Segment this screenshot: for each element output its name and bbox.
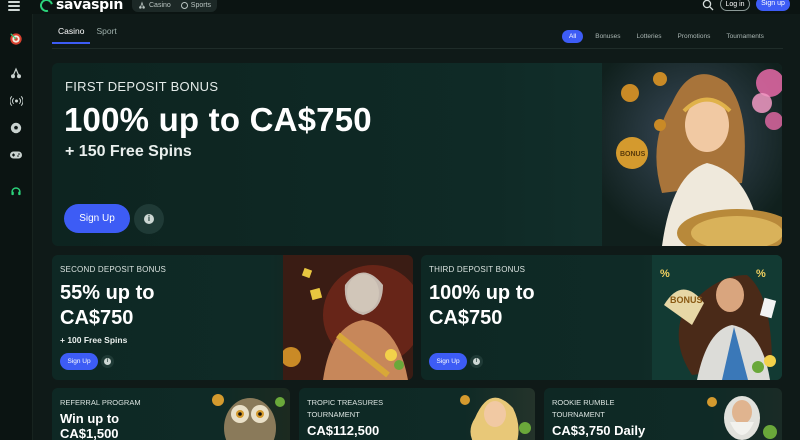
- search-icon[interactable]: [702, 0, 714, 11]
- signup-button[interactable]: Sign up: [756, 0, 790, 11]
- cherries-icon: [139, 1, 145, 9]
- zeus-illustration: [283, 255, 413, 380]
- hero-kicker: FIRST DEPOSIT BONUS: [65, 79, 219, 94]
- casino-sports-switch: Casino Sports: [132, 0, 218, 12]
- filter-all[interactable]: All: [562, 30, 584, 43]
- card-title: CA$3,750 Daily: [552, 423, 646, 438]
- tab-casino[interactable]: Casino: [52, 26, 91, 44]
- switch-sports-label: Sports: [190, 1, 212, 9]
- old-sage-illustration: [707, 396, 777, 440]
- svg-text:%: %: [660, 268, 670, 280]
- first-deposit-bonus-banner[interactable]: FIRST DEPOSIT BONUS 100% up to CA$750 + …: [52, 63, 782, 246]
- sidebar-item-games[interactable]: [9, 148, 23, 162]
- filter-promotions[interactable]: Promotions: [673, 30, 714, 43]
- card-title: 55% up to CA$750: [60, 282, 155, 329]
- card-kicker: ROOKIE RUMBLE TOURNAMENT: [552, 398, 615, 419]
- soccer-ball-icon: [10, 122, 22, 134]
- sidebar: [0, 14, 33, 440]
- info-icon: i: [144, 214, 154, 224]
- card-kicker: SECOND DEPOSIT BONUS: [60, 265, 167, 274]
- switch-casino[interactable]: Casino: [138, 1, 171, 9]
- card-title: Win up to CA$1,500: [60, 411, 120, 440]
- card-signup-button[interactable]: Sign Up: [60, 353, 98, 370]
- bonus-apple-label: BONUS: [620, 151, 646, 158]
- info-icon: i: [473, 358, 480, 365]
- referral-program-card[interactable]: REFERRAL PROGRAM Win up to CA$1,500: [52, 388, 290, 440]
- sidebar-item-casino[interactable]: [9, 66, 23, 80]
- section-tabs: Casino Sport: [52, 26, 123, 44]
- filter-tournaments[interactable]: Tournaments: [722, 30, 768, 43]
- sidebar-item-support[interactable]: [9, 184, 23, 198]
- logo-text: savaspin: [56, 0, 124, 13]
- owl-illustration: [212, 394, 285, 440]
- cherries-icon: [11, 67, 21, 79]
- logo-mark-icon: [37, 0, 56, 14]
- goddess-illustration: BONUS: [602, 63, 782, 246]
- card-info-button[interactable]: i: [470, 355, 483, 368]
- card-kicker: THIRD DEPOSIT BONUS: [429, 265, 526, 274]
- hero-title: 100% up to CA$750: [64, 101, 372, 138]
- sidebar-item-sports[interactable]: [9, 121, 23, 135]
- hamburger-menu-icon[interactable]: [8, 1, 20, 11]
- svg-text:%: %: [756, 268, 766, 280]
- second-deposit-bonus-card[interactable]: SECOND DEPOSIT BONUS 55% up to CA$750 + …: [52, 255, 413, 380]
- promo-filters: All Bonuses Lotteries Promotions Tournam…: [562, 30, 768, 43]
- woman-with-fan-illustration: BONUS % %: [652, 255, 782, 380]
- card-subtitle: + 100 Free Spins: [60, 335, 128, 345]
- top-bar: savaspin Casino Sports Log in Sign up: [0, 0, 800, 14]
- login-button[interactable]: Log in: [720, 0, 750, 11]
- headset-icon: [11, 187, 21, 196]
- tabs-divider: [52, 48, 783, 49]
- hero-subtitle: + 150 Free Spins: [65, 143, 192, 160]
- card-title: CA$112,500: [307, 423, 380, 438]
- card-kicker: REFERRAL PROGRAM: [60, 398, 141, 407]
- live-broadcast-icon: [9, 95, 23, 107]
- brand-logo[interactable]: savaspin: [37, 0, 124, 14]
- card-kicker: TROPIC TREASURES TOURNAMENT: [307, 398, 384, 419]
- tropic-treasures-tournament-card[interactable]: TROPIC TREASURES TOURNAMENT CA$112,500: [299, 388, 535, 440]
- tab-sport[interactable]: Sport: [90, 26, 122, 44]
- info-icon: i: [104, 358, 111, 365]
- switch-casino-label: Casino: [149, 1, 171, 9]
- filter-lotteries[interactable]: Lotteries: [633, 30, 666, 43]
- soccer-ball-icon: [180, 1, 188, 9]
- dartboard-icon: [10, 33, 22, 45]
- hero-info-button[interactable]: i: [134, 204, 164, 234]
- hero-signup-button[interactable]: Sign Up: [64, 204, 130, 233]
- blonde-woman-illustration: [460, 395, 531, 440]
- card-signup-button[interactable]: Sign Up: [429, 353, 467, 370]
- sidebar-item-dartboard[interactable]: [9, 32, 23, 46]
- switch-sports[interactable]: Sports: [180, 1, 212, 9]
- rookie-rumble-tournament-card[interactable]: ROOKIE RUMBLE TOURNAMENT CA$3,750 Daily: [544, 388, 782, 440]
- gamepad-icon: [10, 151, 22, 159]
- filter-bonuses[interactable]: Bonuses: [591, 30, 624, 43]
- card-title: 100% up to CA$750: [429, 282, 535, 329]
- third-deposit-bonus-card[interactable]: THIRD DEPOSIT BONUS 100% up to CA$750 Si…: [421, 255, 782, 380]
- sidebar-item-live[interactable]: [9, 94, 23, 108]
- bonus-fan-label: BONUS: [670, 295, 703, 305]
- card-info-button[interactable]: i: [101, 355, 114, 368]
